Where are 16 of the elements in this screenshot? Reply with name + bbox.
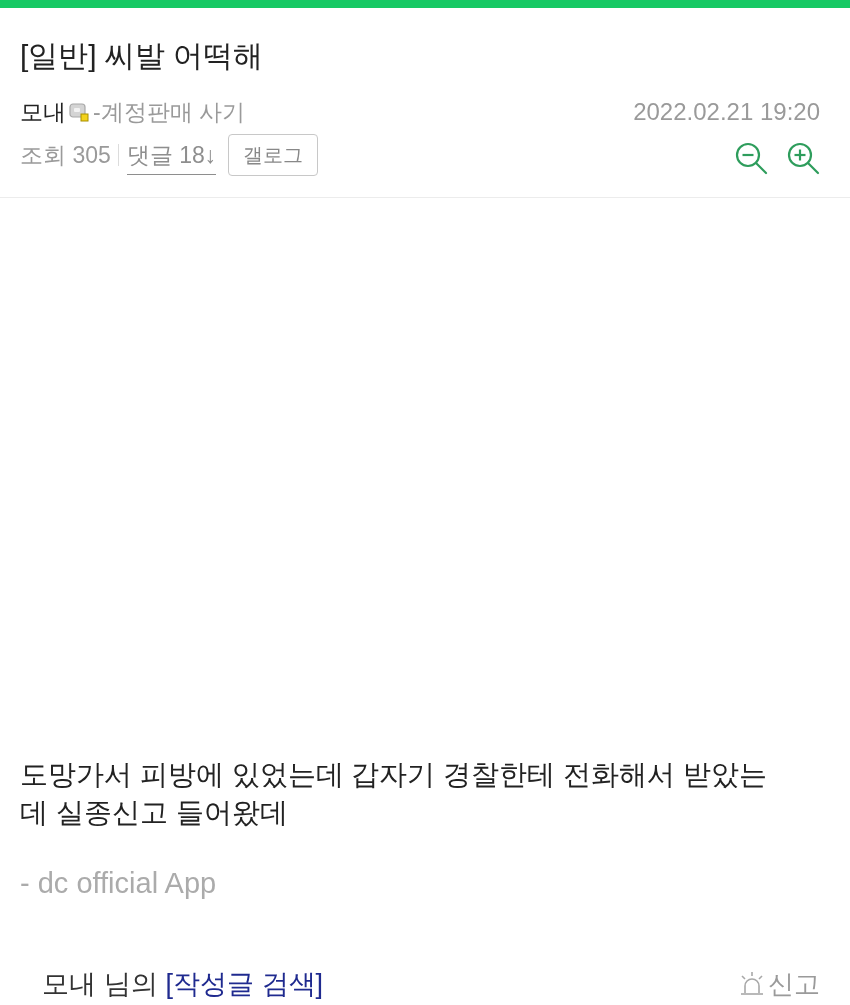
member-badge-icon: [69, 102, 89, 122]
comment-link[interactable]: 댓글 18↓: [126, 139, 217, 175]
post-body-text: 도망가서 피방에 있었는데 갑자기 경찰한테 전화해서 받았는 데 실종신고 들어왔데: [20, 758, 768, 830]
post-title: [일반] 씨발 어떡해: [20, 38, 265, 74]
report-link[interactable]: 신고: [768, 966, 820, 1002]
view-count: 조회 305: [20, 140, 111, 170]
post-search-link[interactable]: [작성글 검색]: [165, 966, 324, 1002]
post-date: 2022.02.21 19:20: [633, 98, 820, 126]
author-name[interactable]: 모내: [20, 96, 66, 128]
zoom-in-icon[interactable]: [786, 141, 820, 175]
zoom-out-icon[interactable]: [734, 141, 768, 175]
author-note: -계정판매 사기: [93, 97, 246, 127]
author-label: 모내 님의: [42, 968, 158, 1001]
siren-icon[interactable]: [738, 971, 766, 997]
gallog-button[interactable]: 갤로그: [228, 134, 319, 176]
app-signature: - dc official App: [20, 866, 218, 901]
